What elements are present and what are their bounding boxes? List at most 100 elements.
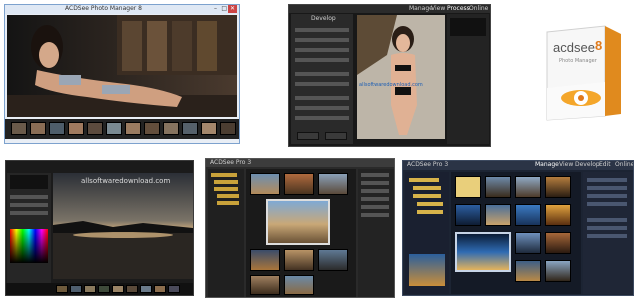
filmstrip-thumb[interactable] <box>168 285 180 293</box>
image-thumbnail[interactable] <box>485 176 511 198</box>
minimize-button[interactable]: – <box>214 5 217 13</box>
filmstrip-thumb[interactable] <box>49 122 65 135</box>
filmstrip-thumb[interactable] <box>112 285 124 293</box>
image-thumbnail[interactable] <box>515 204 541 226</box>
slider[interactable] <box>295 72 349 76</box>
image-thumbnail[interactable] <box>515 260 541 282</box>
tree-item[interactable] <box>211 173 237 177</box>
tree-item[interactable] <box>413 194 441 198</box>
filmstrip-thumb[interactable] <box>140 285 152 293</box>
image-thumbnail[interactable] <box>455 176 481 198</box>
tree-item[interactable] <box>214 187 238 191</box>
maximize-button[interactable]: □ <box>221 5 227 13</box>
image-thumbnail[interactable] <box>284 249 314 271</box>
tab-manage[interactable]: Manage <box>409 5 433 13</box>
filmstrip-thumb[interactable] <box>163 122 179 135</box>
folder-tree[interactable] <box>208 169 244 297</box>
slider[interactable] <box>295 38 349 42</box>
filmstrip-thumb[interactable] <box>98 285 110 293</box>
image-thumbnail[interactable] <box>515 232 541 254</box>
tool-panel[interactable] <box>7 173 51 283</box>
tab-edit[interactable]: Edit <box>599 161 611 169</box>
screenshot-pro-manage[interactable]: ACDSee Pro 3 Manage View Develop Edit On… <box>402 160 634 296</box>
image-thumbnail[interactable] <box>266 199 330 245</box>
done-button[interactable] <box>297 132 319 140</box>
image-thumbnail[interactable] <box>318 249 348 271</box>
develop-settings-panel[interactable]: Develop <box>291 14 353 144</box>
property-row <box>361 197 389 201</box>
property-row <box>361 173 389 177</box>
screenshot-pro-browser[interactable]: ACDSee Pro 3 <box>205 158 395 298</box>
image-thumbnail[interactable] <box>284 275 314 295</box>
filmstrip-thumb[interactable] <box>68 122 84 135</box>
filmstrip-thumb[interactable] <box>126 285 138 293</box>
tab-develop[interactable]: Develop <box>575 161 600 169</box>
tree-item[interactable] <box>409 178 439 182</box>
slider[interactable] <box>295 106 349 110</box>
tab-online[interactable]: Online <box>615 161 633 169</box>
tab-manage[interactable]: Manage <box>535 161 559 169</box>
image-thumbnail[interactable] <box>250 275 280 295</box>
image-thumbnail[interactable] <box>545 232 571 254</box>
image-thumbnail[interactable] <box>545 176 571 198</box>
slider[interactable] <box>295 116 349 120</box>
filmstrip-thumb[interactable] <box>201 122 217 135</box>
properties-panel[interactable] <box>358 169 394 297</box>
slider[interactable] <box>10 211 48 215</box>
tree-item[interactable] <box>214 180 238 184</box>
filmstrip-thumb[interactable] <box>125 122 141 135</box>
tree-item[interactable] <box>417 202 443 206</box>
tab-online[interactable]: Online <box>469 5 488 13</box>
image-thumbnail[interactable] <box>545 260 571 282</box>
image-thumbnail[interactable] <box>284 173 314 195</box>
filmstrip-thumb[interactable] <box>70 285 82 293</box>
screenshot-develop-mode[interactable]: Manage View Process Online Develop allso… <box>288 4 491 147</box>
portrait-image <box>7 15 237 117</box>
tree-item[interactable] <box>217 201 239 205</box>
landscape-photo: allsoftwaredownload.com <box>53 173 193 279</box>
tree-item[interactable] <box>413 186 441 190</box>
tab-view[interactable]: View <box>559 161 573 169</box>
filmstrip-thumb[interactable] <box>11 122 27 135</box>
screenshot-landscape-editor[interactable]: allsoftwaredownload.com <box>5 160 194 296</box>
image-thumbnail[interactable] <box>515 176 541 198</box>
image-thumbnail[interactable] <box>250 173 280 195</box>
image-thumbnail[interactable] <box>250 249 280 271</box>
filmstrip-thumb[interactable] <box>182 122 198 135</box>
slider[interactable] <box>10 195 48 199</box>
thumbnail-grid[interactable] <box>451 172 581 294</box>
property-row <box>361 205 389 209</box>
tree-item[interactable] <box>417 210 443 214</box>
filmstrip-thumb[interactable] <box>106 122 122 135</box>
filmstrip-thumb[interactable] <box>84 285 96 293</box>
close-button[interactable]: ✕ <box>227 5 237 13</box>
filmstrip[interactable] <box>5 119 239 139</box>
slider[interactable] <box>295 28 349 32</box>
screenshot-photo-viewer[interactable]: ACDSee Photo Manager 8 – □ ✕ <box>4 4 240 144</box>
properties-panel[interactable] <box>583 172 633 294</box>
slider[interactable] <box>295 58 349 62</box>
filmstrip-thumb[interactable] <box>87 122 103 135</box>
slider[interactable] <box>295 82 349 86</box>
image-thumbnail[interactable] <box>455 204 481 226</box>
slider[interactable] <box>295 96 349 100</box>
tab-view[interactable]: View <box>431 5 445 13</box>
filmstrip-thumb[interactable] <box>30 122 46 135</box>
filmstrip-thumb[interactable] <box>56 285 68 293</box>
image-thumbnail[interactable] <box>485 204 511 226</box>
tab-process[interactable]: Process <box>447 5 470 13</box>
filmstrip-thumb[interactable] <box>144 122 160 135</box>
filmstrip-thumb[interactable] <box>220 122 236 135</box>
slider[interactable] <box>295 48 349 52</box>
cancel-button[interactable] <box>325 132 347 140</box>
folder-tree[interactable] <box>405 172 449 294</box>
slider[interactable] <box>10 203 48 207</box>
thumbnail-grid[interactable] <box>246 169 356 297</box>
color-picker[interactable] <box>10 229 48 263</box>
image-thumbnail[interactable] <box>455 232 511 272</box>
image-thumbnail[interactable] <box>318 173 348 195</box>
filmstrip-thumb[interactable] <box>154 285 166 293</box>
image-thumbnail[interactable] <box>545 204 571 226</box>
tree-item[interactable] <box>217 194 239 198</box>
filmstrip[interactable] <box>6 283 193 295</box>
